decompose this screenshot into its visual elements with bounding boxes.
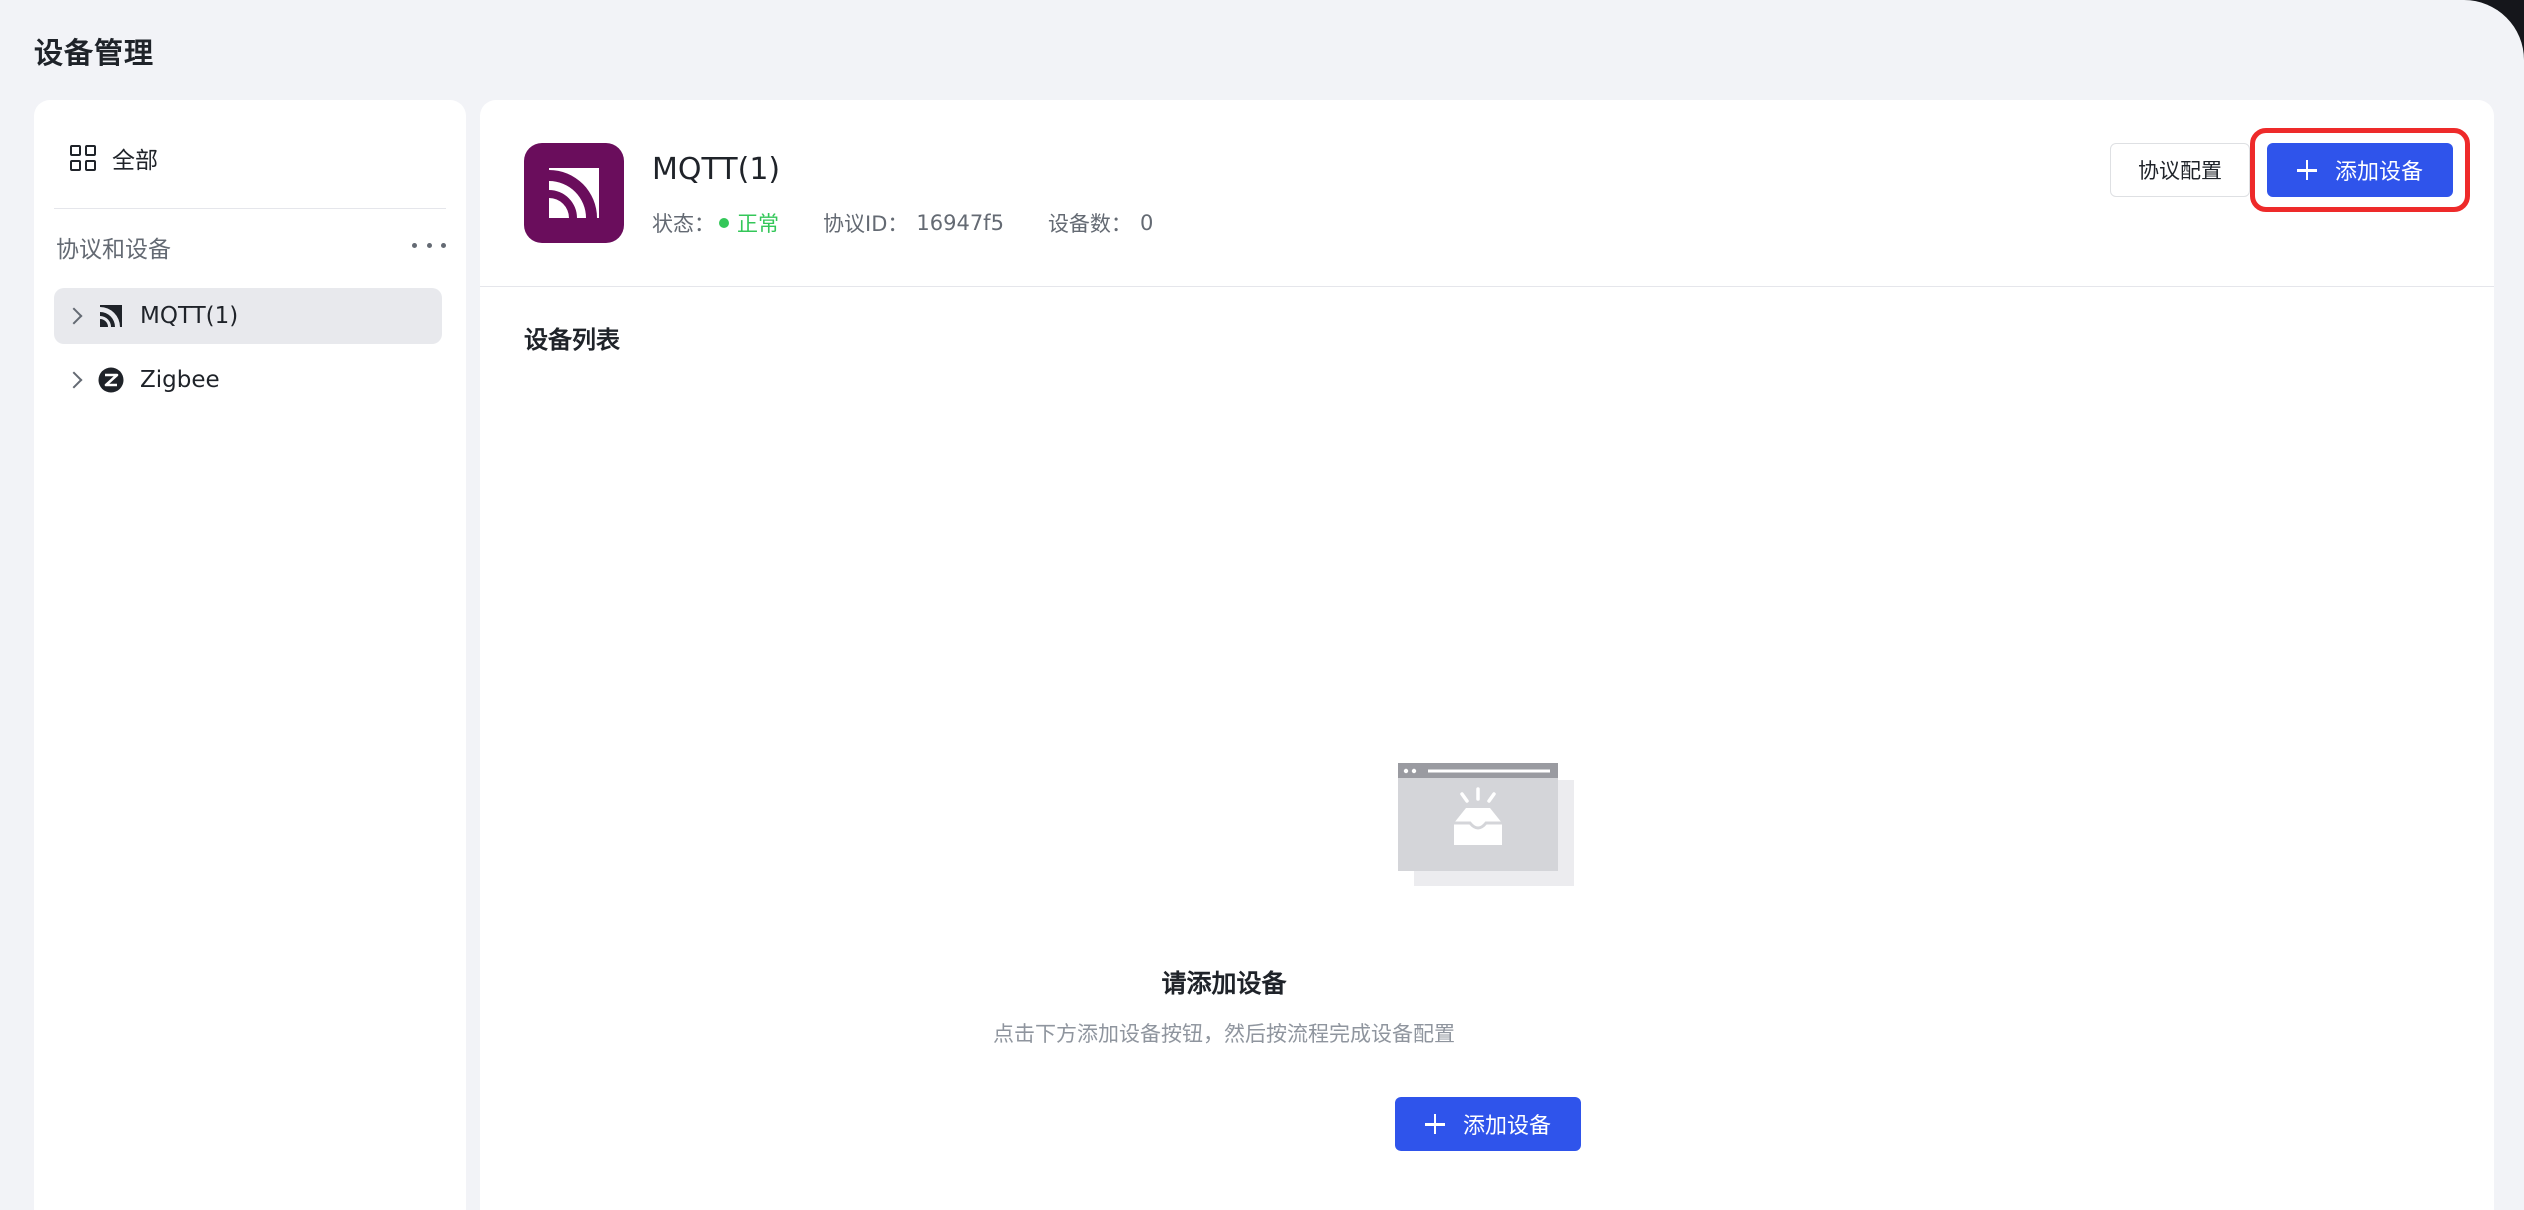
mqtt-logo-icon [524,143,624,243]
sidebar-item-label: MQTT(1) [140,303,239,329]
mqtt-icon [98,303,124,329]
app-window: 设备管理 全部 协议和设备 MQTT(1) Zigbee MQTT(1) 状态：… [0,0,2524,1210]
page-title: 设备管理 [34,36,155,70]
nav-all[interactable]: 全部 [70,140,158,176]
add-device-button[interactable]: 添加设备 [2267,143,2453,197]
protocol-id-value: 16947f5 [916,211,1004,235]
chevron-right-icon[interactable] [65,371,83,389]
status-badge: 正常 [737,212,779,236]
sidebar-item-label: Zigbee [140,367,220,393]
section-title: 协议和设备 [56,237,171,263]
protocol-config-button[interactable]: 协议配置 [2110,143,2250,197]
grid-icon [70,145,96,171]
zigbee-icon [98,367,124,393]
nav-all-label: 全部 [112,148,158,174]
sidebar-item-zigbee[interactable]: Zigbee [54,352,442,408]
sidebar-item-mqtt[interactable]: MQTT(1) [54,288,442,344]
add-device-empty-button[interactable]: 添加设备 [1395,1097,1581,1151]
sidebar-divider [54,208,446,209]
add-device-button-label: 添加设备 [2334,160,2423,185]
empty-inbox-icon [1398,763,1578,889]
device-count-label: 设备数： [1047,212,1132,236]
chevron-right-icon[interactable] [65,307,83,325]
empty-state-description: 点击下方添加设备按钮，然后按流程完成设备配置 [993,1022,1455,1046]
device-list-title: 设备列表 [524,326,620,354]
status-dot-icon [719,218,729,228]
sidebar: 全部 协议和设备 MQTT(1) Zigbee [34,100,466,1210]
empty-state-title: 请添加设备 [1161,969,1287,998]
status-label: 状态： [652,212,715,236]
header-divider [480,286,2494,287]
protocol-title: MQTT(1) [652,152,781,187]
protocol-meta: 状态： 正常 协议ID： 16947f5 设备数： 0 [652,208,1153,238]
add-device-empty-button-label: 添加设备 [1462,1114,1551,1139]
main-panel: MQTT(1) 状态： 正常 协议ID： 16947f5 设备数： 0 协议配置… [480,100,2494,1210]
plus-icon [2296,160,2317,180]
protocol-id-label: 协议ID： [823,212,909,236]
more-icon[interactable] [412,233,446,257]
device-count-value: 0 [1139,211,1154,235]
plus-icon [1424,1114,1445,1134]
